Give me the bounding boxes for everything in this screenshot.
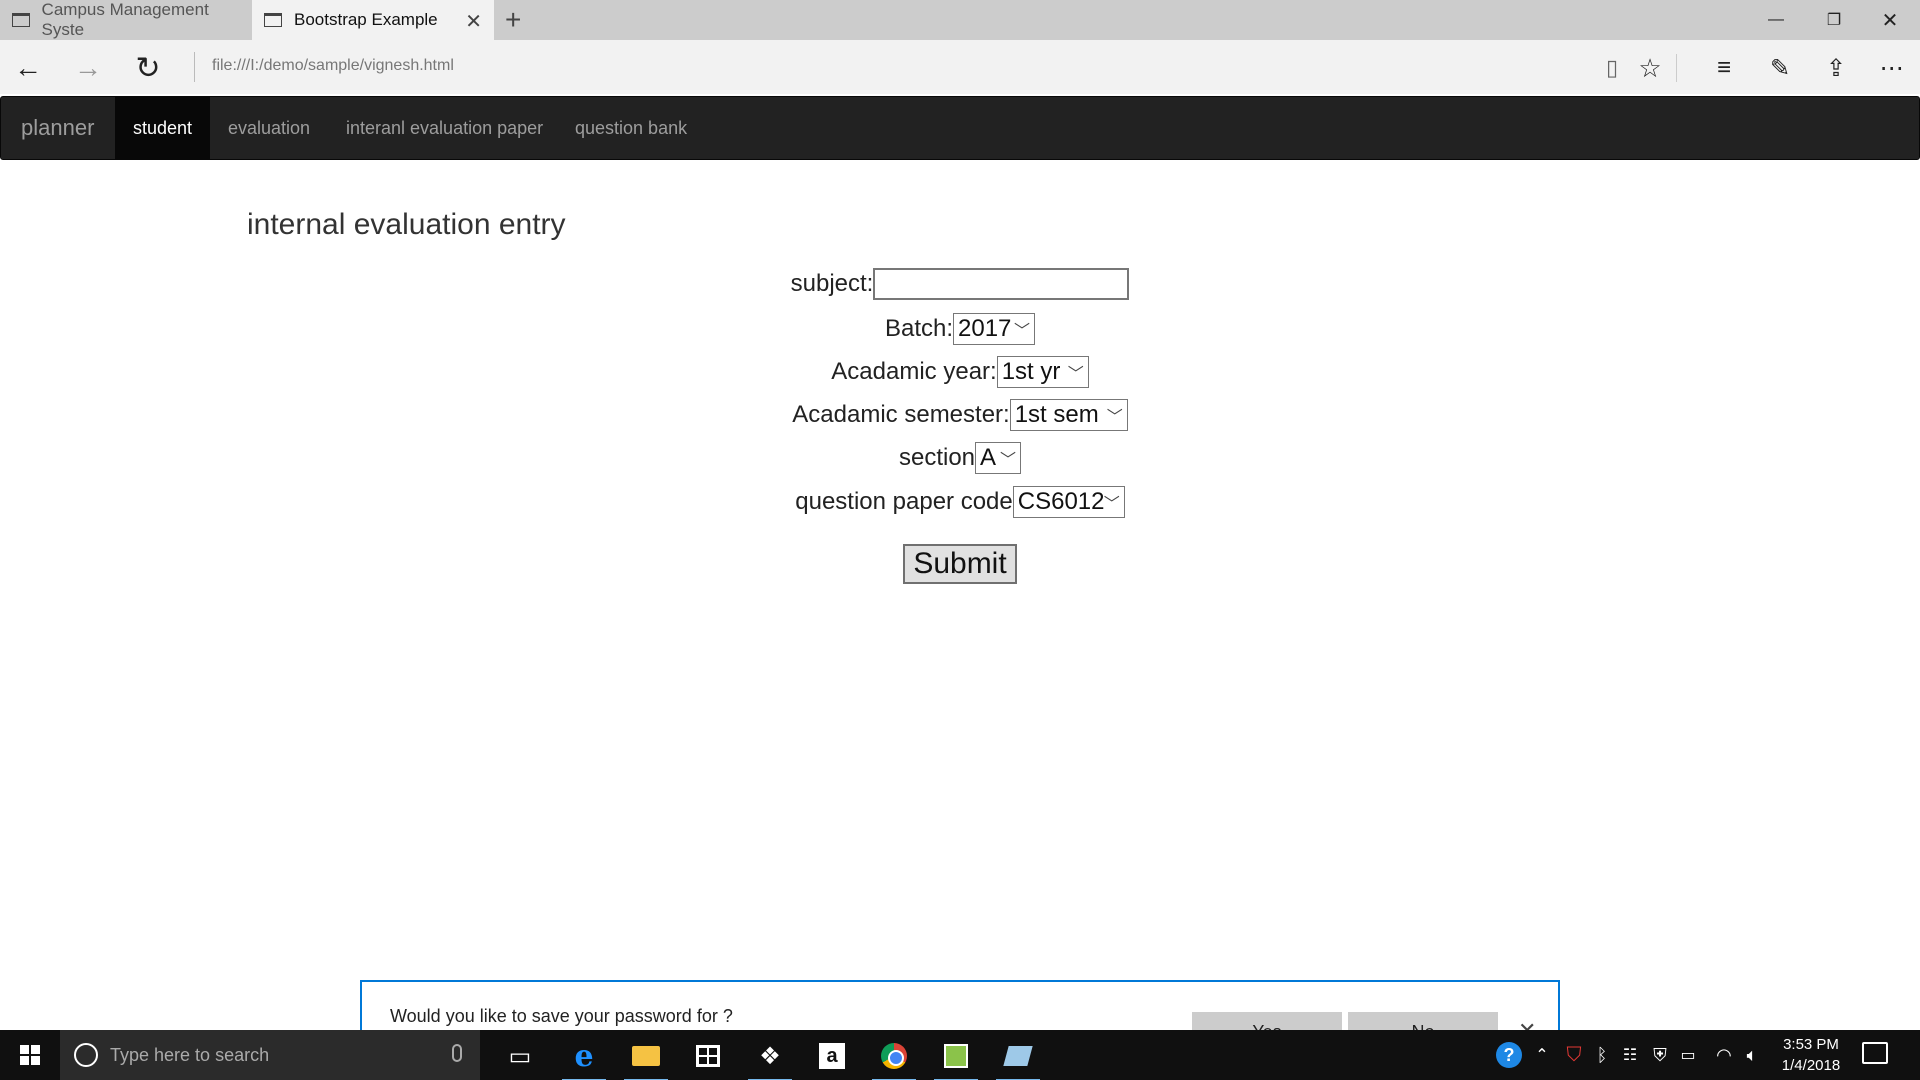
restore-icon[interactable]: ❐ [1806,0,1862,40]
clock-date: 1/4/2018 [1781,1057,1841,1074]
semester-value: 1st sem [1014,401,1099,428]
nav-item-question-bank[interactable]: question bank [575,97,687,159]
new-tab-icon[interactable]: + [505,4,521,36]
batch-label: Batch: [884,315,954,342]
subject-row: subject: [0,268,1920,300]
help-icon[interactable]: ? [1494,1030,1524,1080]
cortana-icon [74,1043,98,1067]
page-icon [264,13,282,27]
mcafee-icon[interactable]: ⛉ [1562,1030,1586,1080]
volume-icon[interactable]: 🔈︎ [1740,1030,1764,1080]
nav-item-internal-evaluation-paper[interactable]: interanl evaluation paper [346,97,543,159]
bluetooth-icon[interactable]: ᛒ [1590,1030,1614,1080]
year-label: Acadamic year: [831,358,997,385]
section-value: A [980,444,997,471]
section-label: section [898,444,976,471]
close-tab-icon[interactable]: ✕ [465,9,482,34]
chevron-down-icon: ﹀ [1106,409,1123,426]
share-icon[interactable]: ⇪ [1818,50,1854,86]
divider [194,52,195,82]
chevron-down-icon: ﹀ [1067,366,1084,383]
chevron-down-icon: ﹀ [1000,452,1017,469]
chevron-down-icon: ﹀ [1103,496,1120,513]
nav-item-evaluation[interactable]: evaluation [228,97,310,159]
year-row: Acadamic year: 1st yr ﹀ [0,356,1920,388]
nav-item-student[interactable]: student [115,97,210,159]
app-icon[interactable] [930,1036,982,1080]
navbar-brand[interactable]: planner [21,115,94,141]
divider [1676,54,1677,82]
chevron-up-icon[interactable]: ⌃ [1530,1030,1554,1080]
more-icon[interactable]: ⋯ [1874,50,1910,86]
task-view-icon[interactable]: ▭ [494,1036,546,1076]
refresh-icon[interactable]: ↻ [128,48,168,88]
navbar: planner student evaluation interanl eval… [0,96,1920,160]
semester-row: Acadamic semester: 1st sem ﹀ [0,399,1920,431]
web-note-icon[interactable]: ✎ [1762,50,1798,86]
edge-icon[interactable]: e [558,1036,610,1080]
qpcode-row: question paper code CS6012 ﹀ [0,486,1920,518]
qpcode-label: question paper code [795,488,1013,515]
minimize-icon[interactable]: — [1748,0,1804,40]
action-center-icon[interactable] [1862,1042,1888,1064]
clock-time: 3:53 PM [1783,1036,1839,1053]
message-icon[interactable]: ☷ [1618,1030,1642,1080]
tab-label: Campus Management Syste [41,0,209,39]
semester-label: Acadamic semester: [792,401,1010,428]
qpcode-value: CS6012 [1017,488,1105,515]
forward-arrow-icon[interactable]: → [68,48,108,88]
prompt-text: Would you like to save your password for… [390,1006,733,1026]
tab-label: Bootstrap Example [294,10,438,29]
address-bar: ← → ↻ file:///I:/demo/sample/vignesh.htm… [0,40,1920,94]
qpcode-select[interactable]: CS6012 ﹀ [1012,486,1125,518]
app-icon[interactable] [992,1036,1044,1080]
store-icon[interactable] [682,1036,734,1076]
year-select[interactable]: 1st yr ﹀ [996,356,1089,388]
subject-label: subject: [790,270,874,297]
subject-input[interactable] [873,268,1130,300]
chevron-down-icon: ﹀ [1014,323,1031,340]
url-field[interactable]: file:///I:/demo/sample/vignesh.html [212,57,454,75]
taskbar: Type here to search ▭ e ❖ a ? ⌃ ⛉ ᛒ ☷ ⛨ … [0,1030,1920,1080]
semester-select[interactable]: 1st sem ﹀ [1009,399,1128,431]
page-icon [12,13,30,27]
page-title: internal evaluation entry [247,208,566,241]
tab-bootstrap-example[interactable]: Bootstrap Example ✕ [252,0,494,40]
batch-value: 2017 [958,315,1012,342]
chrome-icon[interactable] [868,1036,920,1080]
batch-select[interactable]: 2017 ﹀ [953,313,1036,345]
submit-button[interactable]: Submit [903,544,1017,584]
section-select[interactable]: A ﹀ [975,442,1022,474]
taskbar-search[interactable]: Type here to search [60,1030,480,1080]
favorite-star-icon[interactable]: ☆ [1632,50,1668,86]
battery-icon[interactable]: ▭ [1676,1030,1700,1080]
security-shield-icon[interactable]: ⛨ [1648,1030,1672,1080]
year-value: 1st yr [1001,358,1061,385]
microphone-icon[interactable] [452,1044,462,1062]
hub-icon[interactable]: ≡ [1706,50,1742,86]
dropbox-icon[interactable]: ❖ [744,1036,796,1080]
close-window-icon[interactable]: ✕ [1862,0,1918,40]
section-row: section A ﹀ [0,442,1920,474]
system-clock[interactable]: 3:53 PM 1/4/2018 [1766,1034,1856,1076]
file-explorer-icon[interactable] [620,1036,672,1080]
reading-view-icon[interactable]: ▯ [1594,50,1630,86]
windows-logo-icon [20,1045,40,1065]
search-placeholder: Type here to search [110,1044,270,1065]
wifi-icon[interactable]: ◠ [1712,1030,1736,1080]
back-arrow-icon[interactable]: ← [8,48,48,88]
batch-row: Batch: 2017 ﹀ [0,313,1920,345]
browser-tab-strip: Campus Management Syste Bootstrap Exampl… [0,0,1920,40]
tab-campus-management[interactable]: Campus Management Syste [0,0,250,40]
amazon-icon[interactable]: a [806,1036,858,1076]
start-button[interactable] [0,1030,60,1080]
